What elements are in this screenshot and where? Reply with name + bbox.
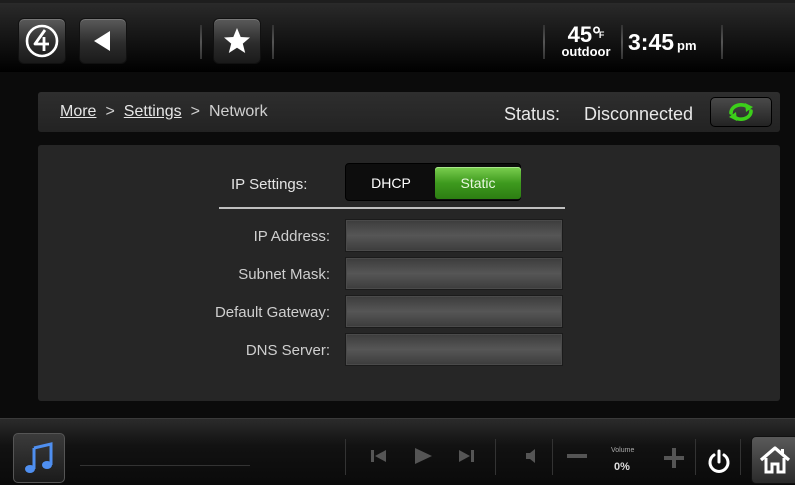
separator [695,439,696,475]
volume-down-button[interactable] [565,447,589,465]
clock-ampm: pm [677,38,697,53]
separator [495,439,496,475]
clock: 3:45 pm [628,29,697,56]
status-value: Disconnected [584,104,694,124]
control4-logo-icon [25,24,59,58]
back-button[interactable] [79,18,127,64]
power-icon [708,449,730,473]
previous-track-icon [371,450,386,462]
subnet-mask-field[interactable] [345,257,563,290]
default-gateway-field[interactable] [345,295,563,328]
favorites-button[interactable] [213,18,261,64]
outdoor-temperature: 45°F outdoor [553,24,619,59]
default-gateway-label: Default Gateway: [214,304,330,321]
temperature-unit: F [598,30,605,40]
power-button[interactable] [706,449,732,480]
divider [219,207,565,209]
temperature-label: outdoor [561,44,611,59]
play-icon [415,448,432,464]
bottom-bar: Volume 0% [0,418,795,485]
breadcrumb-settings-link[interactable]: Settings [124,103,182,120]
volume-value: 0% [614,461,630,473]
separator [200,25,202,59]
mute-icon [526,449,535,463]
volume-down-icon [567,454,587,458]
breadcrumb: More > Settings > Network [60,103,268,121]
ip-settings-label: IP Settings: [231,176,308,193]
dhcp-option[interactable]: DHCP [349,167,433,199]
subnet-mask-label: Subnet Mask: [238,266,330,283]
control4-logo-button[interactable] [18,18,66,64]
separator [272,25,274,59]
separator [740,439,741,475]
breadcrumb-bar: More > Settings > Network Status: Disconnect… [38,92,780,132]
next-track-icon [459,450,474,462]
ip-address-field[interactable] [345,219,563,252]
breadcrumb-separator: > [105,103,115,120]
home-icon [759,446,791,474]
clock-time: 3:45 [628,29,675,55]
top-bar: 45°F outdoor 3:45 pm [0,0,795,72]
music-button[interactable] [13,433,65,483]
star-icon [224,28,250,53]
volume-up-button[interactable] [662,447,686,469]
separator [621,25,623,59]
previous-track-button[interactable] [368,447,390,465]
next-track-button[interactable] [455,447,477,465]
refresh-button[interactable] [710,97,772,127]
dns-server-label: DNS Server: [245,342,330,359]
breadcrumb-current: Network [208,103,268,120]
network-settings-panel: IP Settings: DHCP Static IP Address: Sub… [38,145,780,401]
volume-up-icon [664,448,684,468]
refresh-icon [729,103,753,121]
breadcrumb-more-link[interactable]: More [60,103,96,120]
ip-mode-toggle: DHCP Static [345,163,521,201]
separator [721,25,723,59]
separator [345,439,346,475]
separator [552,439,553,475]
status-label: Status: [504,104,561,124]
volume-label: Volume [611,447,635,454]
music-note-icon [25,442,53,473]
back-arrow-icon [94,31,110,51]
dns-server-field[interactable] [345,333,563,366]
play-button[interactable] [411,447,435,465]
ip-address-label: IP Address: [253,228,330,245]
home-button[interactable] [751,436,795,484]
breadcrumb-separator: > [190,103,200,120]
static-option[interactable]: Static [435,167,521,199]
separator [543,25,545,59]
now-playing-line [80,465,250,466]
mute-button[interactable] [521,447,543,465]
